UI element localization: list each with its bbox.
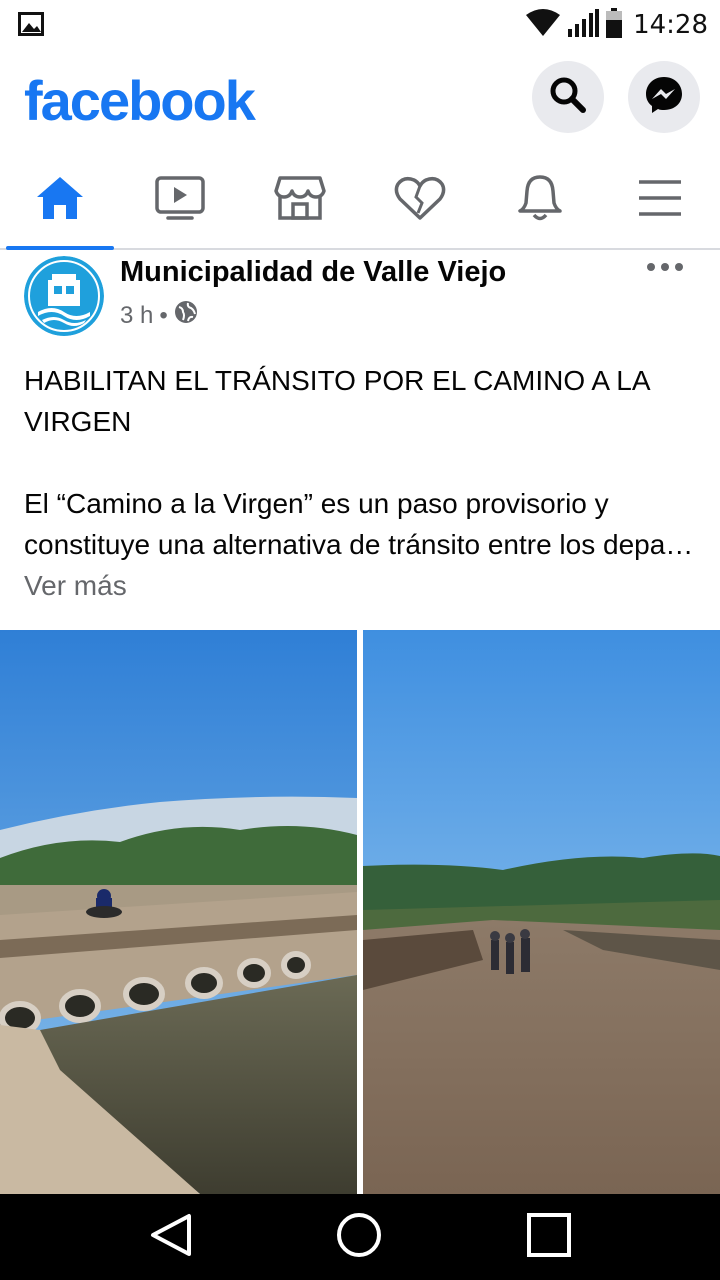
post-headline: HABILITAN EL TRÁNSITO POR EL CAMINO A LA… bbox=[24, 365, 650, 437]
status-bar: 14:28 bbox=[0, 0, 720, 50]
post-header: Municipalidad de Valle Viejo 3 h • bbox=[0, 250, 720, 342]
dirt-road-people-photo[interactable] bbox=[363, 630, 720, 1194]
page-name[interactable]: Municipalidad de Valle Viejo bbox=[120, 256, 506, 289]
search-icon bbox=[549, 76, 587, 119]
post-text: HABILITAN EL TRÁNSITO POR EL CAMINO A LA… bbox=[24, 360, 704, 606]
messenger-button[interactable] bbox=[628, 61, 700, 133]
post-time[interactable]: 3 h bbox=[120, 302, 153, 330]
river-crossing-culverts-photo[interactable] bbox=[0, 630, 357, 1194]
facebook-logo[interactable]: facebook bbox=[24, 66, 256, 136]
recents-button[interactable] bbox=[524, 1212, 574, 1262]
app-header: facebook bbox=[0, 50, 720, 150]
search-button[interactable] bbox=[532, 61, 604, 133]
clock-time: 14:28 bbox=[633, 10, 708, 40]
tab-notifications[interactable] bbox=[480, 152, 600, 248]
back-button[interactable] bbox=[146, 1212, 196, 1262]
video-icon bbox=[154, 175, 206, 226]
tab-menu[interactable] bbox=[600, 152, 720, 248]
wifi-icon bbox=[525, 8, 561, 42]
home-circle-icon bbox=[335, 1211, 383, 1264]
bell-icon bbox=[516, 173, 564, 228]
post-photos bbox=[0, 630, 720, 1194]
more-options-button[interactable] bbox=[646, 260, 684, 278]
system-nav-bar bbox=[0, 1194, 720, 1280]
home-icon bbox=[35, 175, 85, 226]
meta-separator: • bbox=[159, 301, 168, 329]
post-body-text: El “Camino a la Virgen” es un paso provi… bbox=[24, 488, 694, 560]
battery-icon bbox=[605, 7, 623, 43]
tab-home[interactable] bbox=[0, 152, 120, 250]
page-avatar[interactable] bbox=[24, 256, 104, 336]
tab-marketplace[interactable] bbox=[240, 152, 360, 248]
heart-icon bbox=[394, 175, 446, 226]
globe-icon bbox=[174, 300, 198, 331]
post-meta: 3 h • bbox=[120, 300, 198, 331]
tab-watch[interactable] bbox=[120, 152, 240, 248]
home-nav-button[interactable] bbox=[334, 1212, 384, 1262]
messenger-icon bbox=[644, 75, 684, 120]
see-more-link[interactable]: Ver más bbox=[24, 570, 127, 601]
image-notification-icon bbox=[18, 12, 44, 41]
tab-dating[interactable] bbox=[360, 152, 480, 248]
back-icon bbox=[149, 1212, 193, 1263]
post-body: El “Camino a la Virgen” es un paso provi… bbox=[24, 483, 704, 606]
hamburger-icon bbox=[637, 178, 683, 223]
store-icon bbox=[274, 175, 326, 226]
signal-icon bbox=[567, 8, 600, 42]
more-dots-icon bbox=[646, 260, 684, 277]
tab-bar bbox=[0, 152, 720, 250]
recents-icon bbox=[526, 1212, 572, 1263]
